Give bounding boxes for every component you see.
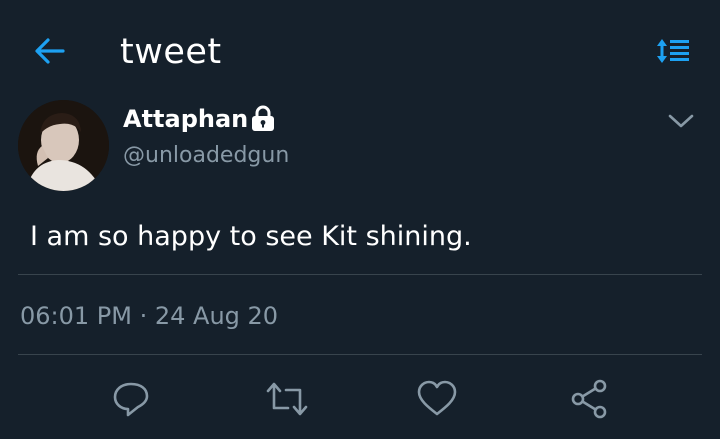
retweet-icon [264, 376, 310, 422]
author-name[interactable]: Attaphan [123, 103, 248, 135]
author-handle[interactable]: @unloadedgun [123, 141, 289, 171]
lock-icon [248, 103, 278, 133]
share-button[interactable] [568, 376, 614, 422]
like-button[interactable] [414, 376, 460, 422]
like-icon [414, 376, 460, 422]
tweet-timestamp: 06:01 PM · 24 Aug 20 [20, 302, 279, 330]
chevron-down-icon[interactable] [666, 110, 696, 132]
top-bar: tweet [0, 0, 720, 100]
share-icon [568, 376, 614, 422]
reply-icon [108, 376, 154, 422]
avatar[interactable] [18, 100, 109, 191]
arrow-left-icon[interactable] [33, 36, 67, 66]
tweet-text: I am so happy to see Kit shining. [30, 221, 472, 252]
divider [18, 274, 702, 275]
reply-button[interactable] [108, 376, 154, 422]
divider [18, 354, 702, 355]
page-title: tweet [120, 32, 222, 72]
retweet-button[interactable] [264, 376, 310, 422]
sort-icon[interactable] [656, 37, 692, 65]
